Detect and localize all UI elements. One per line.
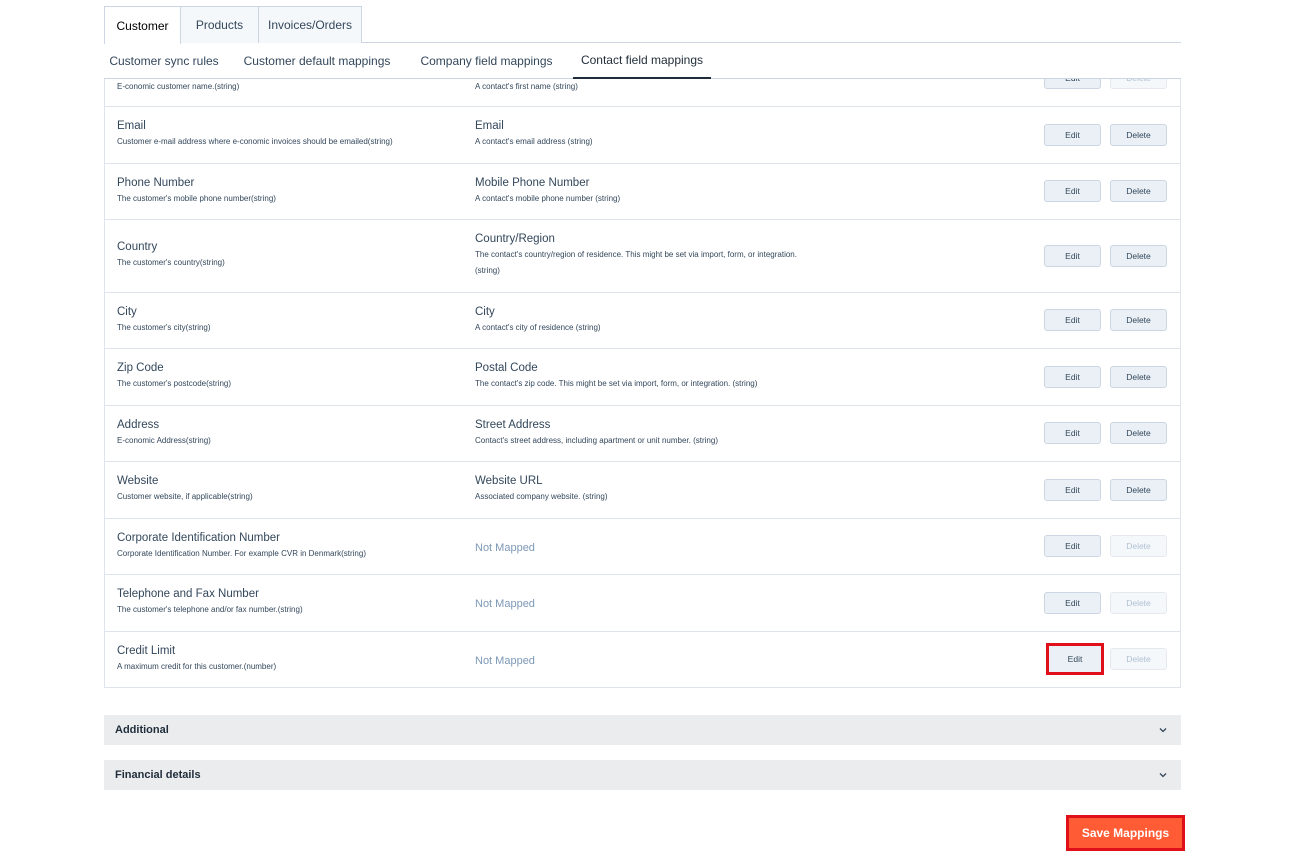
source-description: The customer's country(string) <box>117 258 225 267</box>
delete-button[interactable]: Delete <box>1110 124 1167 146</box>
subtab-contact-field-mappings[interactable]: Contact field mappings <box>573 43 711 79</box>
subtab-company-field-mappings[interactable]: Company field mappings <box>414 43 559 79</box>
not-mapped-label: Not Mapped <box>475 542 535 554</box>
target-field: Website URL <box>475 475 543 487</box>
target-description: A contact's email address (string) <box>475 137 593 146</box>
tab-products[interactable]: Products <box>180 6 259 43</box>
tab-invoices-orders[interactable]: Invoices/Orders <box>258 6 362 43</box>
table-row: Website Customer website, if applicable(s… <box>105 462 1180 519</box>
source-description: The customer's city(string) <box>117 323 211 332</box>
source-field: Country <box>117 241 158 253</box>
edit-button[interactable]: Edit <box>1044 180 1101 202</box>
source-field: Zip Code <box>117 362 164 374</box>
edit-button[interactable]: Edit <box>1044 535 1101 557</box>
table-row: Email Customer e-mail address where e-con… <box>105 107 1180 164</box>
source-description: Corporate Identification Number. For exa… <box>117 549 366 558</box>
not-mapped-label: Not Mapped <box>475 655 535 667</box>
edit-button[interactable]: Edit <box>1044 592 1101 614</box>
edit-button[interactable]: Edit <box>1044 479 1101 501</box>
table-row: Credit Limit A maximum credit for this cu… <box>105 632 1180 687</box>
source-field: Email <box>117 120 146 132</box>
edit-button[interactable]: Edit <box>1044 79 1101 89</box>
tab-customer[interactable]: Customer <box>104 6 181 44</box>
source-description: Customer e-mail address where e-conomic … <box>117 137 393 146</box>
section-title: Additional <box>115 724 169 736</box>
save-mappings-button[interactable]: Save Mappings <box>1066 815 1185 851</box>
top-tabs: Customer Products Invoices/Orders <box>104 6 1181 44</box>
table-row: E-conomic customer name.(string) A conta… <box>105 79 1180 107</box>
table-row: City The customer's city(string) City A co… <box>105 293 1180 349</box>
source-field: Address <box>117 419 160 431</box>
target-description: The contact's zip code. This might be se… <box>475 379 758 388</box>
financial-details-section-toggle[interactable]: Financial details <box>104 760 1181 790</box>
edit-button[interactable]: Edit <box>1044 366 1101 388</box>
edit-button[interactable]: Edit <box>1044 245 1101 267</box>
target-field: Postal Code <box>475 362 538 374</box>
delete-button[interactable]: Delete <box>1110 309 1167 331</box>
delete-button[interactable]: Delete <box>1110 180 1167 202</box>
table-row: Zip Code The customer's postcode(string) … <box>105 349 1180 406</box>
target-field: City <box>475 306 495 318</box>
delete-button[interactable]: Delete <box>1110 479 1167 501</box>
target-description: A contact's mobile phone number (string) <box>475 194 621 203</box>
source-description: The customer's postcode(string) <box>117 379 232 388</box>
additional-section-toggle[interactable]: Additional <box>104 715 1181 745</box>
target-description: The contact's country/region of residenc… <box>475 250 797 275</box>
target-field: Street Address <box>475 419 551 431</box>
source-field: Website <box>117 475 159 487</box>
subtab-customer-sync-rules[interactable]: Customer sync rules <box>104 43 224 79</box>
source-field: Corporate Identification Number <box>117 532 280 544</box>
target-description: A contact's first name (string) <box>475 82 578 91</box>
source-description: E-conomic customer name.(string) <box>117 82 240 91</box>
source-description: The customer's telephone and/or fax numb… <box>117 605 303 614</box>
subtab-customer-default-mappings[interactable]: Customer default mappings <box>238 43 396 79</box>
chevron-down-icon <box>1159 728 1167 733</box>
source-field: City <box>117 306 137 318</box>
target-description: Associated company website. (string) <box>475 492 608 501</box>
edit-button[interactable]: Edit <box>1044 309 1101 331</box>
source-field: Credit Limit <box>117 645 176 657</box>
table-row: Telephone and Fax Number The customer's t… <box>105 575 1180 632</box>
delete-button[interactable]: Delete <box>1110 245 1167 267</box>
source-description: E-conomic Address(string) <box>117 436 211 445</box>
section-title: Financial details <box>115 769 201 781</box>
source-description: Customer website, if applicable(string) <box>117 492 253 501</box>
delete-button[interactable]: Delete <box>1110 79 1167 89</box>
delete-button[interactable]: Delete <box>1110 422 1167 444</box>
target-description: A contact's city of residence (string) <box>475 323 601 332</box>
target-field: Email <box>475 120 504 132</box>
table-row: Country The customer's country(string) Co… <box>105 220 1180 293</box>
target-field: Country/Region <box>475 233 555 245</box>
source-description: A maximum credit for this customer.(numb… <box>117 662 277 671</box>
table-row: Phone Number The customer's mobile phone … <box>105 164 1180 220</box>
not-mapped-label: Not Mapped <box>475 598 535 610</box>
target-description: Contact's street address, including apar… <box>475 436 718 445</box>
mapping-table: E-conomic customer name.(string) A conta… <box>104 79 1181 688</box>
sub-tabs: Customer sync rules Customer default map… <box>104 43 1181 79</box>
delete-button[interactable]: Delete <box>1110 366 1167 388</box>
source-field: Phone Number <box>117 177 195 189</box>
source-description: The customer's mobile phone number(strin… <box>117 194 276 203</box>
table-row: Address E-conomic Address(string) Street … <box>105 406 1180 462</box>
table-row: Corporate Identification Number Corporate… <box>105 519 1180 575</box>
delete-button[interactable]: Delete <box>1110 592 1167 614</box>
delete-button[interactable]: Delete <box>1110 648 1167 670</box>
source-field: Telephone and Fax Number <box>117 588 259 600</box>
target-field: Mobile Phone Number <box>475 177 590 189</box>
chevron-down-icon <box>1159 773 1167 778</box>
credit-limit-edit-button[interactable]: Edit <box>1046 643 1104 675</box>
edit-button[interactable]: Edit <box>1044 124 1101 146</box>
delete-button[interactable]: Delete <box>1110 535 1167 557</box>
edit-button[interactable]: Edit <box>1044 422 1101 444</box>
